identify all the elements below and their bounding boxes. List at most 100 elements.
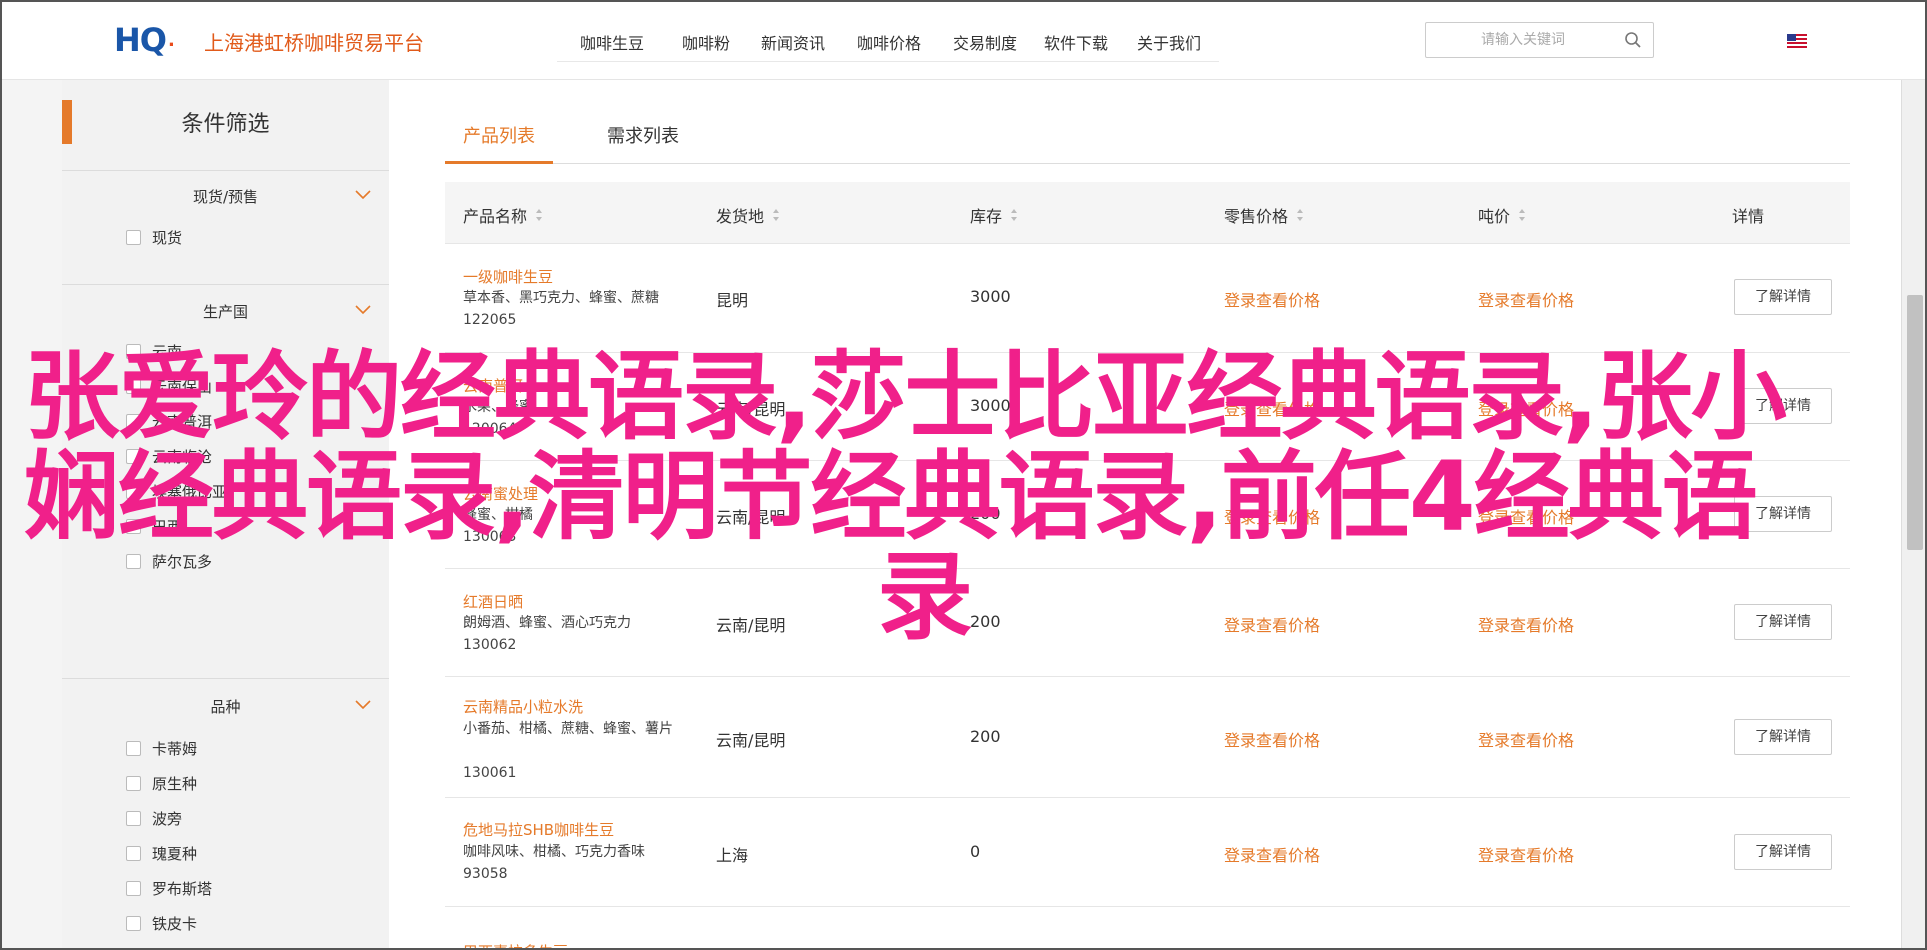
stock: 3000: [970, 287, 1011, 306]
sort-icon[interactable]: [1296, 208, 1304, 222]
column-header-name[interactable]: 产品名称: [463, 203, 543, 227]
product-id: 93058: [463, 866, 508, 882]
product-flavor: 咖啡风味、柑橘、巧克力香味: [463, 844, 645, 860]
option-label: 卡蒂姆: [152, 740, 198, 758]
top-header: HQ. 上海港虹桥咖啡贸易平台 咖啡生豆 咖啡粉 新闻资讯 咖啡价格 交易制度 …: [2, 2, 1925, 80]
header-label: 吨价: [1478, 207, 1511, 226]
overlay-line-2: 娴经典语录,清明节经典语录,前任4经典语: [24, 441, 1758, 553]
table-row: 一级咖啡生豆 草本香、黑巧克力、蜂蜜、蔗糖 122065 昆明 3000 登录查…: [445, 244, 1850, 353]
nav-item-coffee-powder[interactable]: 咖啡粉: [667, 22, 745, 61]
filter-group-stock-type[interactable]: 现货/预售: [62, 186, 389, 207]
header-label: 库存: [970, 207, 1003, 226]
checkbox[interactable]: [126, 916, 141, 931]
sort-icon[interactable]: [535, 208, 543, 222]
checkbox[interactable]: [126, 776, 141, 791]
header-label: 产品名称: [463, 207, 528, 226]
main-nav: 咖啡生豆 咖啡粉 新闻资讯 咖啡价格 交易制度 软件下载 关于我们: [557, 22, 1219, 62]
app-frame: HQ. 上海港虹桥咖啡贸易平台 咖啡生豆 咖啡粉 新闻资讯 咖啡价格 交易制度 …: [0, 0, 1927, 950]
column-header-ton-price[interactable]: 吨价: [1478, 203, 1526, 227]
checkbox[interactable]: [126, 811, 141, 826]
chevron-down-icon[interactable]: [355, 305, 371, 315]
filter-group-variety[interactable]: 品种: [62, 696, 389, 717]
nav-item-prices[interactable]: 咖啡价格: [841, 22, 937, 61]
option-label: 现货: [152, 229, 183, 247]
overlay-line-1: 张爱玲的经典语录,莎士比亚经典语录,张小: [24, 341, 1787, 453]
nav-item-news[interactable]: 新闻资讯: [745, 22, 841, 61]
search-icon[interactable]: [1624, 31, 1642, 49]
scrollbar-thumb[interactable]: [1907, 295, 1923, 550]
product-flavor: 草本香、黑巧克力、蜂蜜、蔗糖: [463, 290, 659, 306]
overlay-line-3: 录: [877, 541, 973, 653]
header-label: 零售价格: [1224, 207, 1289, 226]
filter-option[interactable]: 瑰夏种: [126, 843, 197, 864]
product-id: 122065: [463, 312, 517, 328]
tab-demand-list[interactable]: 需求列表: [607, 122, 679, 148]
us-flag-icon[interactable]: [1787, 34, 1807, 48]
column-header-retail-price[interactable]: 零售价格: [1224, 203, 1304, 227]
ton-price-login-link[interactable]: 登录查看价格: [1478, 287, 1574, 311]
checkbox[interactable]: [126, 846, 141, 861]
chevron-down-icon[interactable]: [355, 190, 371, 200]
nav-item-rules[interactable]: 交易制度: [937, 22, 1033, 61]
detail-button[interactable]: 了解详情: [1734, 279, 1832, 315]
header-label: 发货地: [716, 207, 765, 226]
option-label: 瑰夏种: [152, 845, 198, 863]
site-logo[interactable]: HQ.: [114, 21, 175, 59]
option-label: 波旁: [152, 810, 183, 828]
option-label: 铁皮卡: [152, 915, 198, 933]
detail-button[interactable]: 了解详情: [1734, 834, 1832, 870]
divider: [62, 678, 389, 679]
retail-price-login-link[interactable]: 登录查看价格: [1224, 727, 1320, 751]
filter-option[interactable]: 罗布斯塔: [126, 878, 212, 899]
product-flavor: 小番茄、柑橘、蔗糖、蜂蜜、薯片: [463, 721, 673, 737]
site-name[interactable]: 上海港虹桥咖啡贸易平台: [204, 27, 424, 56]
product-name-link[interactable]: 云南精品小粒水洗: [463, 696, 583, 717]
search-box: [1425, 22, 1654, 58]
origin: 云南/昆明: [716, 731, 786, 750]
stock: 200: [970, 727, 1001, 746]
ton-price-login-link[interactable]: 登录查看价格: [1478, 842, 1574, 866]
vertical-scrollbar[interactable]: [1901, 80, 1925, 948]
filter-option[interactable]: 波旁: [126, 808, 182, 829]
filter-group-country[interactable]: 生产国: [62, 301, 389, 322]
option-label: 原生种: [152, 775, 198, 793]
table-row: 危地马拉SHB咖啡生豆 咖啡风味、柑橘、巧克力香味 93058 上海 0 登录查…: [445, 798, 1850, 907]
divider: [62, 284, 389, 285]
overlay-headline: 张爱玲的经典语录,莎士比亚经典语录,张小 娴经典语录,清明节经典语录,前任4经典…: [24, 347, 1904, 647]
logo-text: HQ: [114, 21, 167, 59]
ton-price-login-link[interactable]: 登录查看价格: [1478, 727, 1574, 751]
filter-option[interactable]: 铁皮卡: [126, 913, 197, 934]
filter-option[interactable]: 原生种: [126, 773, 197, 794]
nav-item-about[interactable]: 关于我们: [1119, 22, 1219, 61]
retail-price-login-link[interactable]: 登录查看价格: [1224, 842, 1320, 866]
column-header-stock[interactable]: 库存: [970, 203, 1018, 227]
filter-option[interactable]: 卡蒂姆: [126, 738, 197, 759]
option-label: 罗布斯塔: [152, 880, 213, 898]
table-row: 巴西喜拉多生豆: [445, 907, 1850, 948]
sort-icon[interactable]: [772, 208, 780, 222]
table-row: 云南精品小粒水洗 小番茄、柑橘、蔗糖、蜂蜜、薯片 130061 云南/昆明 20…: [445, 677, 1850, 798]
tab-product-list[interactable]: 产品列表: [463, 122, 535, 148]
origin: 昆明: [716, 291, 749, 310]
product-name-link[interactable]: 巴西喜拉多生豆: [463, 941, 568, 948]
detail-button[interactable]: 了解详情: [1734, 719, 1832, 755]
retail-price-login-link[interactable]: 登录查看价格: [1224, 287, 1320, 311]
sort-icon[interactable]: [1518, 208, 1526, 222]
list-tabs: 产品列表 需求列表: [445, 80, 1850, 164]
product-id: 130061: [463, 765, 517, 781]
nav-item-green-beans[interactable]: 咖啡生豆: [557, 22, 667, 61]
column-header-detail: 详情: [1732, 207, 1765, 226]
divider: [62, 170, 389, 171]
search-input[interactable]: [1426, 23, 1616, 57]
sort-icon[interactable]: [1010, 208, 1018, 222]
product-name-link[interactable]: 危地马拉SHB咖啡生豆: [463, 819, 614, 840]
filter-option[interactable]: 现货: [126, 227, 182, 248]
nav-item-download[interactable]: 软件下载: [1033, 22, 1119, 61]
checkbox[interactable]: [126, 881, 141, 896]
column-header-origin[interactable]: 发货地: [716, 203, 780, 227]
checkbox[interactable]: [126, 741, 141, 756]
chevron-down-icon[interactable]: [355, 700, 371, 710]
active-tab-indicator: [445, 161, 553, 164]
product-name-link[interactable]: 一级咖啡生豆: [463, 266, 553, 287]
checkbox[interactable]: [126, 230, 141, 245]
